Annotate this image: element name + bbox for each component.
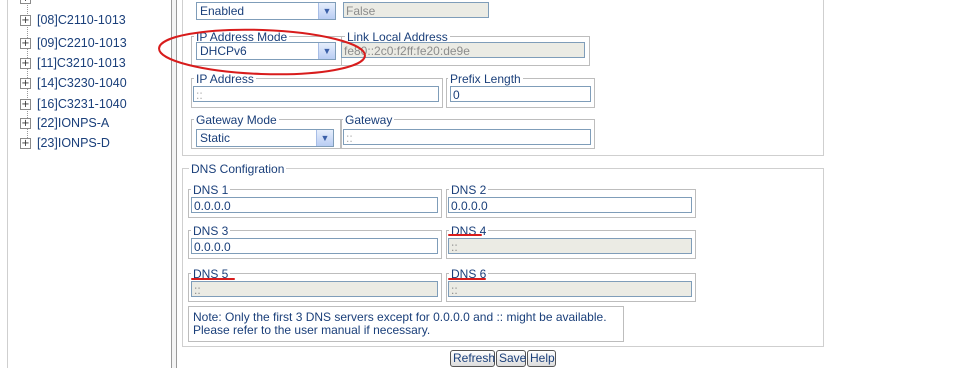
tree-item-label[interactable]: [16]C3231-1040 [37,97,127,111]
tree-item-label[interactable]: [14]C3230-1040 [37,76,127,90]
expand-icon[interactable]: + [20,77,31,89]
dns1-label: DNS 1 [191,183,231,197]
expand-icon[interactable]: + [20,98,31,110]
refresh-button[interactable]: Refresh [450,350,495,367]
dns3-input[interactable]: 0.0.0.0 [191,238,438,254]
help-button[interactable]: Help [527,350,556,367]
prefix-length-label: Prefix Length [448,72,523,86]
ip-address-mode-value: DHCPv6 [200,44,247,58]
dns-note-line2: Please refer to the user manual if neces… [193,323,431,337]
dns6-underline [448,278,486,280]
frame-splitter[interactable] [171,0,177,368]
tree-item-label[interactable]: [23]IONPS-D [37,136,110,150]
expand-icon[interactable]: + [20,117,31,129]
tree-item-08[interactable]: + [08]C2110-1013 [20,12,126,28]
dns2-label: DNS 2 [449,183,489,197]
ip-address-label: IP Address [194,72,256,86]
tree-item-label[interactable]: [22]IONPS-A [37,116,109,130]
tree-item-16[interactable]: + [16]C3231-1040 [20,96,127,112]
prefix-length-input[interactable]: 0 [450,86,591,102]
ip-address-input[interactable]: :: [193,86,439,102]
device-tree: + + [08]C2110-1013 + [09]C2210-1013 + [1… [20,0,170,368]
dns-configuration-legend: DNS Configration [189,162,287,176]
gateway-label: Gateway [343,113,395,127]
dns2-input[interactable]: 0.0.0.0 [448,197,692,213]
ipv6-enable-select[interactable]: Enabled ▼ [196,2,336,20]
dns6-input: :: [448,281,692,297]
tree-item-11[interactable]: + [11]C3210-1013 [20,55,126,71]
dns3-label: DNS 3 [191,224,231,238]
tree-item-14[interactable]: + [14]C3230-1040 [20,75,127,91]
tree-item-label[interactable]: [08]C2110-1013 [37,13,126,27]
chevron-down-icon[interactable]: ▼ [316,130,333,146]
expand-icon[interactable]: + [20,14,31,26]
ipv6-enable-value: Enabled [200,4,245,18]
expand-icon[interactable]: + [20,137,31,149]
gateway-mode-select[interactable]: Static ▼ [196,129,334,147]
tree-item-label[interactable]: [09]C2210-1013 [37,36,127,50]
chevron-down-icon[interactable]: ▼ [318,43,335,59]
save-button[interactable]: Save [496,350,526,367]
ip-address-mode-select[interactable]: DHCPv6 ▼ [196,42,336,60]
chevron-down-icon[interactable]: ▼ [318,3,335,19]
page-left-border [7,0,8,368]
dns5-input: :: [191,281,438,297]
tree-item-label[interactable]: [11]C3210-1013 [37,56,126,70]
gateway-mode-value: Static [200,131,231,145]
expand-icon[interactable]: + [20,57,31,69]
gateway-mode-label: Gateway Mode [194,113,279,127]
expand-icon[interactable]: + [20,0,31,4]
dns4-input: :: [448,238,692,254]
autoconfig-status-field: False [343,2,489,18]
dns5-underline [191,278,235,280]
tree-item-23[interactable]: + [23]IONPS-D [20,135,110,151]
tree-item-22[interactable]: + [22]IONPS-A [20,115,109,131]
dns4-underline [448,234,482,236]
tree-item-09[interactable]: + [09]C2210-1013 [20,35,127,51]
tree-item-partial[interactable]: + [20,0,37,6]
gateway-input[interactable]: :: [343,129,591,145]
link-local-address-field: fe80::2c0:f2ff:fe20:de9e [341,42,585,58]
dns1-input[interactable]: 0.0.0.0 [191,197,438,213]
expand-icon[interactable]: + [20,37,31,49]
